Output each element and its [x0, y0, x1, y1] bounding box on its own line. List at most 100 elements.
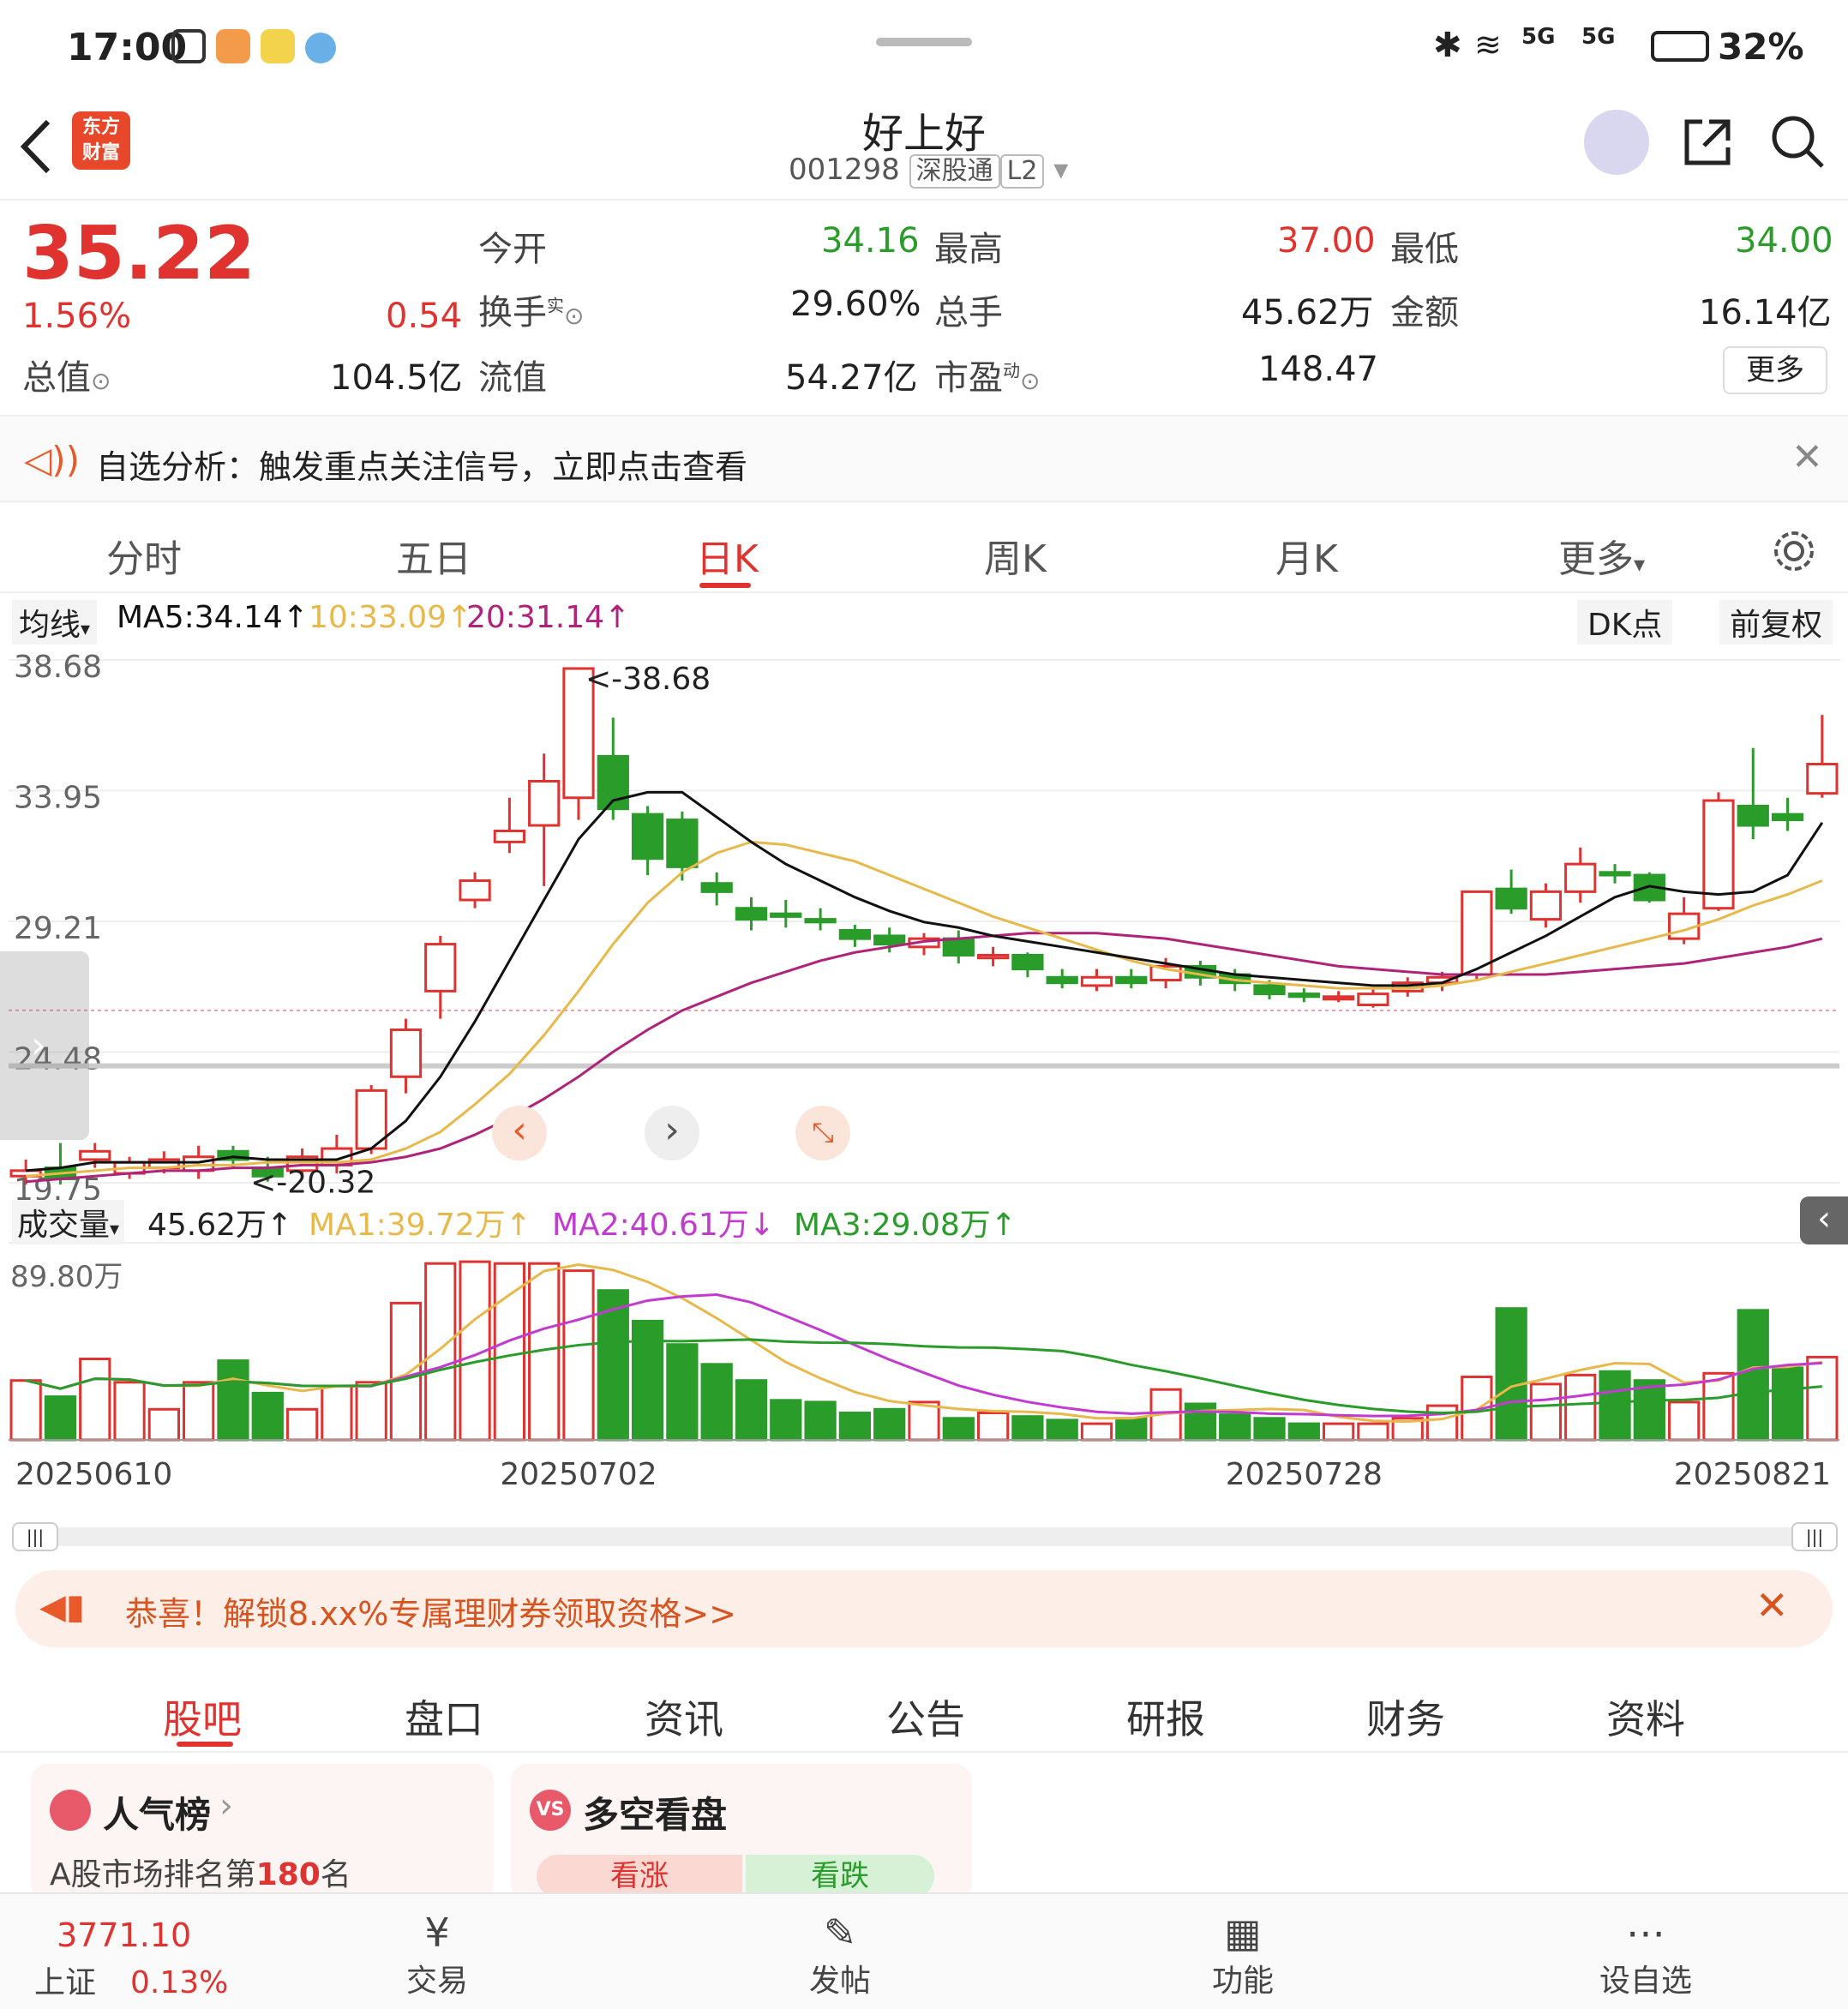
date-tick-label: 20250821 — [1674, 1457, 1831, 1492]
tab-profile[interactable]: 资料 — [1606, 1688, 1685, 1745]
stock-code-line[interactable]: 001298 深股通 L2 ▾ — [789, 153, 1068, 189]
scroll-track[interactable] — [12, 1527, 1834, 1546]
volume-bar — [976, 1412, 1010, 1442]
robot-assistant-icon[interactable] — [1584, 110, 1649, 175]
nav-trade[interactable]: ¥ 交易 — [377, 1910, 497, 2000]
tab-more-label: 更多 — [1558, 537, 1634, 581]
volume-bar — [424, 1262, 457, 1442]
volume-bar — [1287, 1422, 1320, 1442]
ma5-value: MA5:34.14↑ — [117, 600, 309, 635]
tab-news[interactable]: 资讯 — [645, 1688, 723, 1745]
vs-icon: VS — [530, 1790, 571, 1831]
rank-prefix: A股市场排名第 — [50, 1857, 256, 1892]
tab-daily-k[interactable]: 日K — [696, 528, 759, 583]
volume-bar — [735, 1379, 768, 1442]
chart-next-button[interactable]: › — [645, 1106, 699, 1160]
fullscreen-icon[interactable]: ⤡ — [795, 1106, 850, 1160]
volume-bar — [1668, 1400, 1701, 1442]
pe-value: 148.47 — [1258, 350, 1378, 389]
promo-banner[interactable]: ◀▮ 恭喜！解锁8.xx%专属理财券领取资格>> ✕ — [15, 1570, 1833, 1647]
dk-point-button[interactable]: DK点 — [1577, 600, 1673, 645]
chart-scrollbar[interactable]: ||| ||| — [0, 1517, 1848, 1568]
candle-body — [1115, 975, 1148, 985]
ma10-value: 10:33.09↑ — [309, 600, 473, 635]
volume-bar — [389, 1301, 423, 1442]
pull-handle[interactable] — [876, 38, 972, 46]
bear-button[interactable]: 看跌 — [746, 1855, 934, 1898]
candle-body — [1046, 975, 1078, 985]
analysis-notice[interactable]: ◁)) 自选分析：触发重点关注信号，立即点击查看 ✕ — [0, 415, 1848, 502]
tab-research[interactable]: 研报 — [1126, 1688, 1205, 1745]
battery-level: 32% — [1718, 26, 1804, 68]
bull-button[interactable]: 看涨 — [537, 1855, 742, 1898]
stock-code: 001298 — [789, 153, 900, 187]
nav-watchlist[interactable]: ⋯ 设自选 — [1586, 1910, 1706, 2000]
nav-function[interactable]: ▦ 功能 — [1183, 1910, 1303, 2000]
volume-selector[interactable]: 成交量▾ — [12, 1200, 125, 1244]
volume-bar — [79, 1358, 111, 1442]
volume-bar — [1253, 1417, 1286, 1442]
tab-5day[interactable]: 五日 — [396, 528, 471, 583]
y-tick-label: 29.21 — [14, 911, 102, 946]
close-icon[interactable]: ✕ — [1755, 1582, 1789, 1628]
tab-more[interactable]: 更多▾ — [1558, 528, 1645, 583]
share-icon[interactable] — [1680, 115, 1735, 170]
popularity-card[interactable]: 人气榜 › A股市场排名第180名 — [31, 1764, 494, 1901]
app-notify-icon — [216, 29, 250, 63]
volume-bar — [1184, 1402, 1217, 1442]
adjust-button[interactable]: 前复权 — [1719, 600, 1833, 645]
volume-ma3: MA3:29.08万↑ — [794, 1208, 1017, 1243]
more-button[interactable]: 更多 — [1723, 346, 1827, 394]
tab-guba[interactable]: 股吧 — [163, 1688, 242, 1745]
volume-ma1: MA1:39.72万↑ — [309, 1208, 531, 1243]
volume-now: 45.62万↑ — [147, 1208, 293, 1243]
info-icon[interactable]: ⊙ — [1020, 367, 1040, 395]
tab-finance[interactable]: 财务 — [1366, 1688, 1445, 1745]
bull-bear-card[interactable]: VS 多空看盘 看涨 看跌 — [511, 1764, 972, 1901]
ma20-line — [26, 932, 1823, 1184]
info-icon[interactable]: ⊙ — [91, 367, 111, 395]
volume-ma2: MA2:40.61万↓ — [552, 1208, 775, 1243]
tab-monthly-k[interactable]: 月K — [1275, 528, 1338, 583]
nfc-icon — [171, 29, 206, 63]
index-ticker[interactable]: 3771.10 上证 0.13% — [34, 1903, 228, 2002]
tab-announcement[interactable]: 公告 — [886, 1688, 965, 1745]
yen-icon: ¥ — [424, 1910, 450, 1956]
volume-ma2-line — [25, 1293, 1822, 1418]
volume-bar — [1599, 1370, 1631, 1442]
volume-bar — [838, 1412, 872, 1442]
volume-bar — [1702, 1371, 1735, 1442]
volume-bar — [1011, 1415, 1044, 1442]
candle-body — [459, 879, 491, 902]
nav-post[interactable]: ✎ 发帖 — [780, 1910, 900, 2000]
tab-weekly-k[interactable]: 周K — [984, 528, 1047, 583]
chevron-left-icon[interactable]: ‹ — [1800, 1196, 1848, 1244]
kline-chart-area[interactable]: 38.68 33.95 29.21 24.48 19.75 <-38.68 <-20.32 2… — [0, 643, 1848, 1517]
search-icon[interactable] — [1769, 113, 1826, 170]
close-icon[interactable]: ✕ — [1791, 435, 1823, 479]
tab-minute[interactable]: 分时 — [106, 528, 182, 583]
kline-tabs: 分时 五日 日K 周K 月K 更多▾ — [0, 504, 1848, 593]
pe-text: 市盈 — [934, 358, 1003, 398]
volume-bar — [183, 1381, 215, 1442]
settings-gear-icon[interactable] — [1771, 528, 1817, 574]
y-tick-label: 33.95 — [14, 781, 102, 816]
scroll-handle-left[interactable]: ||| — [12, 1522, 58, 1551]
candle-body — [1011, 953, 1044, 971]
tab-pankou[interactable]: 盘口 — [405, 1688, 483, 1745]
float-value: 54.27亿 — [785, 358, 918, 398]
volume-bar — [700, 1363, 733, 1442]
info-icon[interactable]: ⊙ — [564, 302, 584, 330]
volume-value: 45.62万 — [1241, 293, 1374, 333]
candle-body — [1702, 799, 1735, 910]
y-tick-label: 38.68 — [14, 650, 102, 685]
ma-selector[interactable]: 均线▾ — [12, 600, 98, 645]
scroll-handle-right[interactable]: ||| — [1791, 1522, 1838, 1551]
volume-bar — [217, 1359, 249, 1442]
nav-trade-label: 交易 — [405, 1964, 468, 1999]
kline-svg[interactable]: 38.6833.9529.2124.4819.75<-38.68<-20.322… — [0, 643, 1848, 1517]
expand-side-panel[interactable]: › — [0, 951, 89, 1140]
chart-prev-button[interactable]: ‹ — [492, 1106, 547, 1160]
battery-icon — [1651, 31, 1709, 62]
volume-bar — [1633, 1379, 1665, 1442]
